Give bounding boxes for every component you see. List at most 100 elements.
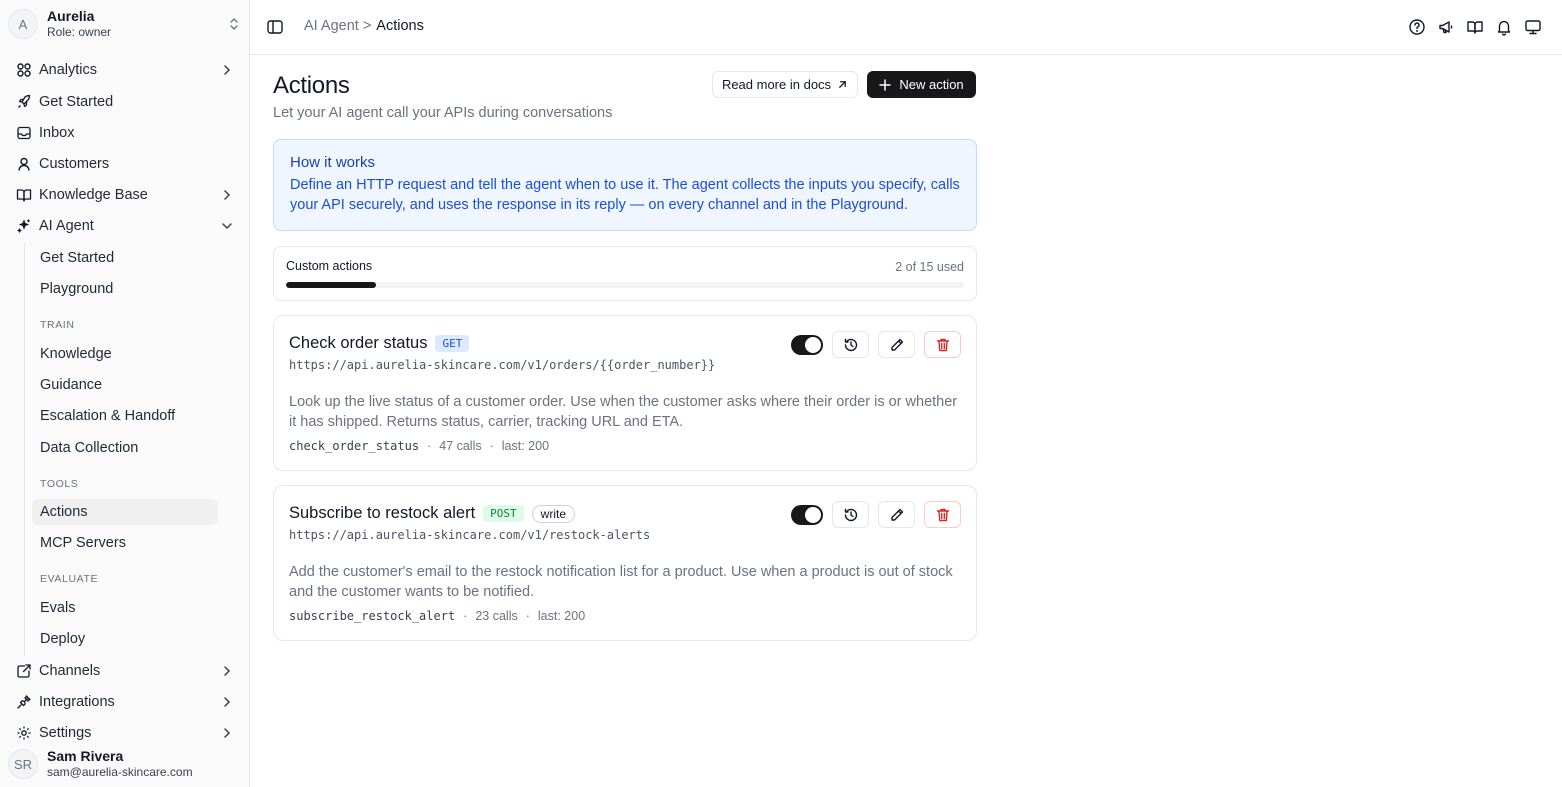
sidebar-subitem-label: MCP Servers [40,535,126,551]
sidebar-subitem-escalation[interactable]: Escalation & Handoff [32,403,218,429]
user-icon [18,157,30,171]
megaphone-icon[interactable] [1437,18,1455,36]
action-enabled-toggle[interactable] [791,504,823,525]
sidebar-subitem-get-started[interactable]: Get Started [32,245,218,271]
sidebar-item-inbox[interactable]: Inbox [8,119,244,147]
delete-button[interactable] [924,501,961,528]
pencil-icon [890,338,903,351]
sidebar-item-label: Customers [39,156,110,172]
chevron-right-icon [224,190,231,200]
sidebar-item-label: Analytics [39,62,98,78]
action-function-name: check_order_status [289,439,420,453]
action-enabled-toggle[interactable] [791,334,823,355]
action-function-name: subscribe_restock_alert [289,609,456,623]
user-email: sam@aurelia-skincare.com [47,765,193,779]
breadcrumb-parent[interactable]: AI Agent [304,18,359,34]
book-open-icon [16,189,32,202]
sidebar-item-label: Inbox [39,125,75,141]
user-name: Sam Rivera [47,748,124,764]
action-call-count: 23 calls [475,609,518,623]
edit-button[interactable] [878,331,915,358]
sidebar-subitem-guidance[interactable]: Guidance [32,372,218,398]
sidebar-item-label: Channels [39,663,101,679]
breadcrumb-current: Actions [376,18,424,34]
sidebar-subitem-playground[interactable]: Playground [32,276,218,302]
sidebar: A Aurelia Role: owner Analytics Get Star… [0,0,250,787]
sidebar-item-label: Get Started [39,94,114,110]
chevron-right-icon [224,697,231,707]
breadcrumb-separator: > [362,18,372,34]
submenu-guide-line [24,243,25,656]
action-card: Check order status GET https://api.aurel… [273,315,977,471]
workspace-switcher[interactable]: A Aurelia Role: owner [8,6,244,42]
grid-icon [17,63,31,77]
sidebar-subitem-label: Evals [40,600,76,616]
meta-separator: · [525,609,530,623]
book-icon[interactable] [1466,18,1484,36]
sidebar-item-ai-agent[interactable]: AI Agent [8,212,244,240]
sidebar-subitem-data-collection[interactable]: Data Collection [32,435,218,461]
chevron-right-icon [224,728,231,738]
sidebar-subitem-evals[interactable]: Evals [32,595,218,621]
help-icon[interactable] [1408,18,1426,36]
delete-button[interactable] [924,331,961,358]
history-icon [844,338,857,351]
read-docs-button[interactable]: Read more in docs [712,71,858,98]
new-action-label: New action [899,77,964,92]
callout-body: Define an HTTP request and tell the agen… [290,177,960,213]
sidebar-item-analytics[interactable]: Analytics [8,56,244,84]
method-badge: POST [483,505,524,522]
how-it-works-callout: How it works Define an HTTP request and … [273,139,977,231]
sidebar-item-integrations[interactable]: Integrations [8,688,244,716]
sidebar-subitem-label: Playground [40,281,114,297]
sparkles-icon [17,219,31,233]
history-icon [844,508,857,521]
sidebar-item-customers[interactable]: Customers [8,150,244,178]
action-card: Subscribe to restock alert POST write ht… [273,485,977,641]
sidebar-item-get-started[interactable]: Get Started [8,88,244,116]
sidebar-item-channels[interactable]: Channels [8,657,244,685]
breadcrumb: AI Agent > Actions [304,18,424,34]
section-label-evaluate: EVALUATE [40,573,99,585]
action-meta: check_order_status · 47 calls · last: 20… [289,439,549,453]
workspace-role: Role: owner [47,25,112,39]
page-subtitle: Let your AI agent call your APIs during … [273,105,613,121]
sidebar-subitem-label: Actions [40,504,88,520]
sidebar-toggle-icon[interactable] [266,18,284,36]
plug-icon [17,695,31,709]
chevron-right-icon [224,666,231,676]
usage-meter: Custom actions 2 of 15 used [273,246,977,301]
action-last-status: last: 200 [537,609,586,623]
bell-icon[interactable] [1495,18,1513,36]
sidebar-subitem-label: Data Collection [40,440,139,456]
action-name: Check order status [289,334,428,352]
callout-title: How it works [290,154,376,171]
sidebar-subitem-label: Get Started [40,250,115,266]
action-url: https://api.aurelia-skincare.com/v1/rest… [289,528,651,542]
workspace-avatar: A [8,9,38,39]
page-title: Actions [273,72,350,99]
sidebar-subitem-actions[interactable]: Actions [32,499,218,525]
top-header: AI Agent > Actions [250,0,1562,55]
user-menu[interactable]: SR Sam Rivera sam@aurelia-skincare.com [8,746,244,782]
sidebar-item-settings[interactable]: Settings [8,719,244,747]
sidebar-subitem-label: Escalation & Handoff [40,408,176,424]
edit-button[interactable] [878,501,915,528]
share-icon [17,664,31,678]
chevrons-up-down-icon [230,18,238,30]
sidebar-subitem-deploy[interactable]: Deploy [32,626,218,652]
method-badge: GET [435,335,470,352]
sidebar-subitem-mcp-servers[interactable]: MCP Servers [32,530,218,556]
history-button[interactable] [832,501,869,528]
user-avatar: SR [8,749,38,779]
action-call-count: 47 calls [439,439,482,453]
new-action-button[interactable]: New action [867,71,976,98]
history-button[interactable] [832,331,869,358]
sidebar-item-knowledge-base[interactable]: Knowledge Base [8,181,244,209]
header-actions [1408,18,1542,36]
monitor-icon[interactable] [1524,18,1542,36]
gear-icon [17,726,31,740]
action-description: Look up the live status of a customer or… [289,394,958,430]
plus-icon [879,78,892,91]
sidebar-subitem-knowledge[interactable]: Knowledge [32,341,218,367]
